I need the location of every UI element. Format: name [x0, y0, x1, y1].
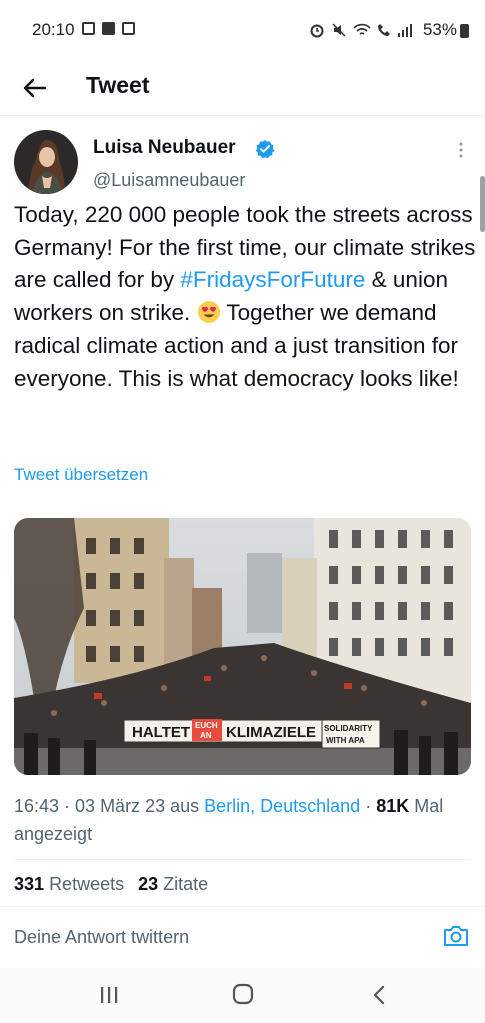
status-time: 20:10 — [32, 20, 75, 39]
tweet-text: Today, 220 000 people took the streets a… — [14, 199, 476, 395]
system-navigation-bar — [0, 968, 485, 1023]
status-notification-icons — [82, 22, 135, 35]
tweet-stats: 331 Retweets 23 Zitate — [14, 874, 208, 895]
divider — [14, 859, 471, 860]
tweet-photo[interactable]: HALTET EUCH AN KLIMAZIELE SOLIDARITY WIT… — [14, 518, 471, 775]
retweets-count: 331 — [14, 874, 45, 894]
hashtag-link[interactable]: #FridaysForFuture — [180, 267, 365, 292]
avatar[interactable] — [14, 130, 78, 194]
signal-icon — [398, 24, 412, 37]
app-notification-icon — [122, 22, 135, 35]
mute-icon — [332, 23, 346, 37]
battery-icon — [460, 24, 469, 38]
tweet-location-link[interactable]: Berlin, Deutschland — [204, 796, 360, 816]
quotes-label: Zitate — [163, 874, 209, 894]
banner-text-klimaziele: KLIMAZIELE — [226, 724, 316, 741]
banner-text-an: AN — [200, 731, 212, 740]
author-handle[interactable]: @Luisamneubauer — [93, 170, 245, 191]
sign-text-line1: SOLIDARITY — [324, 724, 373, 733]
translate-tweet-link[interactable]: Tweet übersetzen — [14, 465, 148, 485]
camera-icon[interactable] — [443, 924, 469, 948]
quotes-count: 23 — [138, 874, 159, 894]
status-bar: 20:10 53% — [0, 0, 485, 60]
alarm-icon — [310, 24, 324, 38]
author-name[interactable]: Luisa Neubauer — [93, 137, 236, 159]
page-title: Tweet — [86, 72, 150, 98]
banner-text-haltet: HALTET — [132, 724, 190, 741]
sim-icon — [102, 22, 115, 35]
gallery-icon — [82, 22, 95, 35]
banner-text-euch: EUCH — [195, 721, 218, 730]
quotes-stat[interactable]: 23 Zitate — [138, 874, 208, 895]
meta-separator: · — [360, 796, 377, 816]
reply-composer[interactable]: Deine Antwort twittern — [0, 906, 485, 968]
scrollbar[interactable] — [480, 176, 485, 232]
sign-text-line2: WITH APA — [326, 736, 365, 745]
tweet-meta: 16:43 · 03 März 23 aus Berlin, Deutschla… — [14, 792, 476, 848]
heart-eyes-emoji-icon — [197, 301, 220, 324]
call-icon — [378, 24, 390, 36]
home-icon[interactable] — [232, 983, 254, 1005]
top-app-bar: Tweet — [0, 60, 485, 116]
battery-level: 53% — [422, 20, 457, 39]
reply-input[interactable]: Deine Antwort twittern — [14, 927, 189, 948]
recent-apps-icon[interactable] — [99, 985, 119, 1005]
nav-back-icon[interactable] — [372, 984, 386, 1006]
back-arrow-icon[interactable] — [20, 73, 50, 103]
retweets-label: Retweets — [49, 874, 125, 894]
verified-badge-icon — [255, 140, 275, 159]
wifi-icon — [353, 23, 371, 35]
retweets-stat[interactable]: 331 Retweets — [14, 874, 124, 895]
tweet-timestamp: 16:43 · 03 März 23 aus — [14, 796, 205, 816]
views-count: 81K — [376, 796, 410, 816]
more-options-icon[interactable] — [455, 140, 467, 160]
status-system-icons — [309, 22, 413, 38]
